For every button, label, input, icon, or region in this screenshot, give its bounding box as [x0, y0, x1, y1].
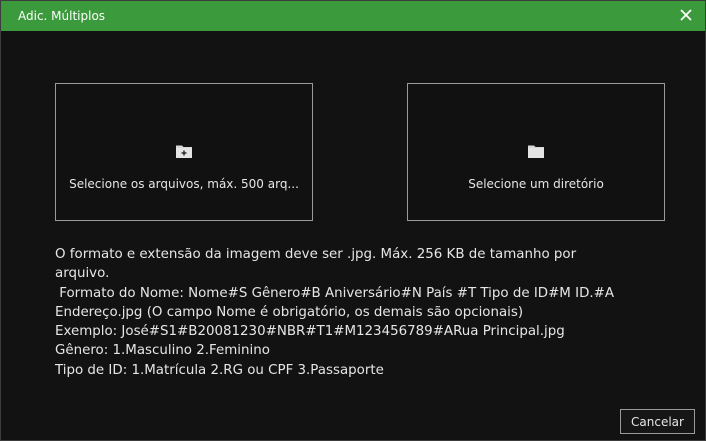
dialog-title: Adic. Múltiplos	[18, 9, 106, 23]
cancel-button[interactable]: Cancelar	[620, 409, 695, 434]
info-line: Tipo de ID: 1.Matrícula 2.RG ou CPF 3.Pa…	[55, 362, 384, 378]
folder-icon	[528, 145, 544, 158]
select-files-label: Selecione os arquivos, máx. 500 arq...	[69, 177, 299, 191]
select-files-button[interactable]: Selecione os arquivos, máx. 500 arq...	[55, 83, 313, 221]
select-directory-label: Selecione um diretório	[468, 177, 604, 191]
info-line: Gênero: 1.Masculino 2.Feminino	[55, 343, 270, 359]
info-line: Endereço.jpg (O campo Nome é obrigatório…	[55, 304, 524, 320]
info-line: Formato do Nome: Nome#S Gênero#B Anivers…	[55, 285, 615, 301]
info-line: O formato e extensão da imagem deve ser …	[55, 247, 577, 262]
info-line: arquivo.	[55, 266, 110, 282]
add-multiple-dialog: Adic. Múltiplos Selecione os arquivos, m…	[0, 0, 706, 441]
info-line: Exemplo: José#S1#B20081230#NBR#T1#M12345…	[55, 324, 565, 340]
select-directory-button[interactable]: Selecione um diretório	[407, 83, 665, 221]
dialog-titlebar: Adic. Múltiplos	[1, 1, 705, 31]
format-instructions: O formato e extensão da imagem deve ser …	[55, 245, 655, 380]
close-icon	[680, 9, 692, 21]
folder-add-icon	[176, 145, 192, 158]
close-button[interactable]	[676, 5, 696, 25]
